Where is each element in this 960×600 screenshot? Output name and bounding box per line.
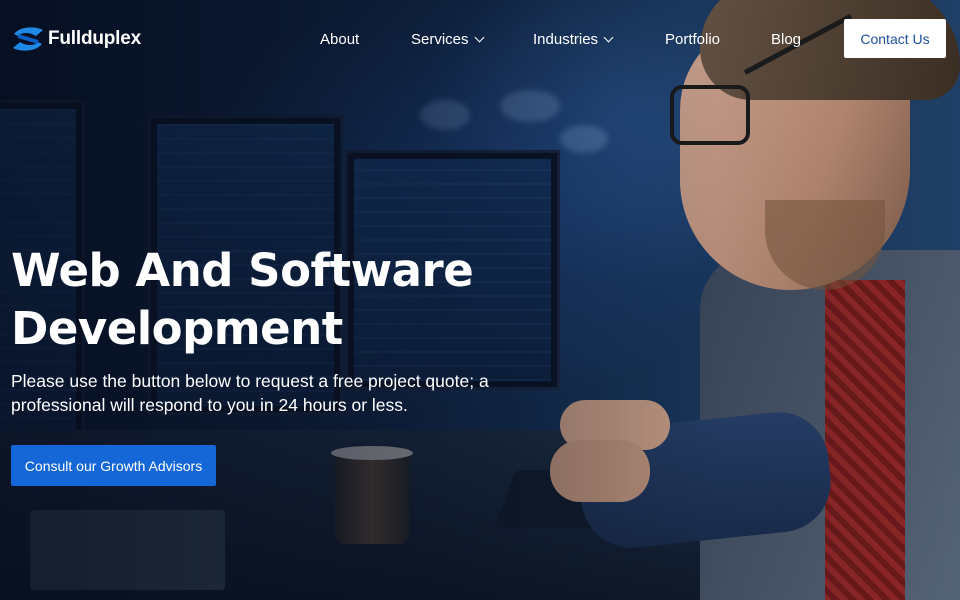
nav-item-label: Blog — [771, 31, 802, 48]
nav-item-portfolio[interactable]: Portfolio — [665, 31, 720, 48]
chevron-down-icon — [474, 32, 484, 43]
nav-item-label: Portfolio — [665, 31, 721, 48]
nav-item-label: Services — [411, 31, 469, 48]
nav-item-industries[interactable]: Industries — [533, 31, 614, 48]
main-nav: About Services Industries Portfolio Blog — [0, 31, 960, 53]
hero-title: Web And Software Development — [11, 242, 571, 358]
chevron-down-icon — [603, 32, 614, 43]
hero-title-line: Web And Software — [11, 244, 474, 297]
nav-item-label: Industries — [533, 31, 599, 48]
nav-item-blog[interactable]: Blog — [771, 31, 801, 48]
nav-item-services[interactable]: Services — [411, 31, 484, 48]
nav-item-label: About — [320, 31, 360, 48]
hero-subtitle: Please use the button below to request a… — [11, 371, 489, 415]
nav-item-about[interactable]: About — [320, 31, 359, 48]
hero-title-line: Development — [11, 302, 343, 355]
contact-us-button[interactable]: Contact Us — [844, 19, 946, 58]
hero-section: Fullduplex About Services Industries Por… — [0, 0, 960, 600]
site-header: Fullduplex About Services Industries Por… — [0, 0, 960, 80]
consult-advisors-button[interactable]: Consult our Growth Advisors — [11, 445, 216, 486]
